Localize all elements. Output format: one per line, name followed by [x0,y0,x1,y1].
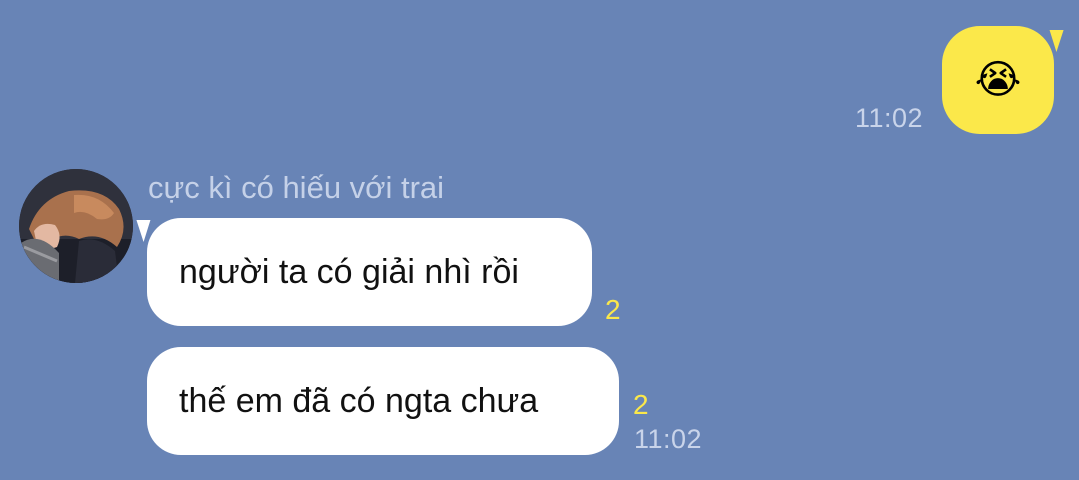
loudly-crying-face-icon: 😭 [974,58,1022,102]
avatar[interactable] [19,169,133,283]
incoming-message[interactable]: người ta có giải nhì rồi [147,218,592,326]
incoming-timestamp: 11:02 [634,424,703,454]
outgoing-bubble[interactable]: 😭 [942,26,1064,134]
sender-name: cực kì có hiếu với trai [148,170,445,205]
message-text: người ta có giải nhì rồi [179,252,519,291]
message-text: thế em đã có ngta chưa [179,381,539,420]
avatar-photo-icon [19,169,133,283]
unread-count: 2 [605,294,621,325]
bubble-tail [1042,30,1064,52]
incoming-message[interactable]: thế em đã có ngta chưa [147,347,619,455]
outgoing-timestamp: 11:02 [855,103,924,133]
unread-count: 2 [633,389,649,420]
chat-view: 😭 11:02 cực kì có hiếu với trai người ta… [0,0,1079,480]
outgoing-message[interactable]: 😭 [942,26,1064,134]
